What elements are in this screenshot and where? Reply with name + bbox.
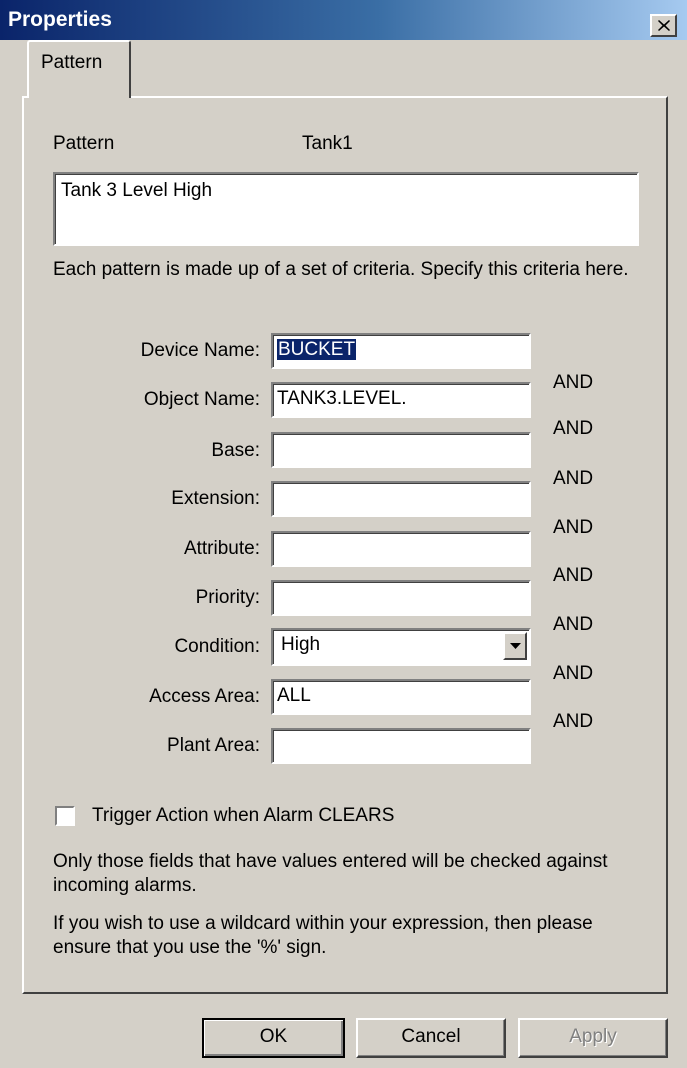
pattern-description-text: Tank 3 Level High bbox=[61, 180, 213, 201]
and-label: AND bbox=[553, 614, 594, 635]
apply-button-label: Apply bbox=[569, 1026, 617, 1047]
cancel-button-label: Cancel bbox=[401, 1026, 461, 1047]
base-label: Base: bbox=[211, 440, 260, 461]
device-name-input[interactable]: BUCKET bbox=[271, 333, 531, 369]
tab-pattern[interactable]: Pattern bbox=[27, 40, 131, 98]
device-name-value: BUCKET bbox=[277, 339, 357, 360]
properties-dialog: Properties Pattern Pattern Tank1 Tank 3 … bbox=[0, 0, 687, 1068]
ok-button[interactable]: OK bbox=[202, 1018, 345, 1058]
close-button[interactable] bbox=[650, 14, 677, 37]
title-bar[interactable]: Properties bbox=[0, 0, 687, 40]
and-label: AND bbox=[553, 517, 594, 538]
condition-dropdown-button[interactable] bbox=[503, 632, 527, 660]
extension-label: Extension: bbox=[171, 488, 260, 509]
apply-button[interactable]: Apply bbox=[518, 1018, 668, 1058]
object-name-label: Object Name: bbox=[143, 389, 260, 410]
access-area-input[interactable]: ALL bbox=[271, 679, 531, 715]
note-wildcard: If you wish to use a wildcard within you… bbox=[53, 913, 593, 958]
tab-pattern-label: Pattern bbox=[41, 52, 103, 73]
pattern-description-textarea[interactable]: Tank 3 Level High bbox=[53, 172, 639, 246]
ok-button-label: OK bbox=[259, 1026, 288, 1047]
close-icon bbox=[657, 20, 670, 31]
object-name-input[interactable]: TANK3.LEVEL. bbox=[271, 382, 531, 418]
attribute-label: Attribute: bbox=[183, 538, 260, 559]
access-area-value: ALL bbox=[277, 685, 311, 706]
base-input[interactable] bbox=[271, 432, 531, 468]
and-label: AND bbox=[553, 468, 594, 489]
extension-input[interactable] bbox=[271, 481, 531, 517]
cancel-button[interactable]: Cancel bbox=[356, 1018, 506, 1058]
plant-area-label: Plant Area: bbox=[167, 735, 260, 756]
device-name-label: Device Name: bbox=[140, 340, 260, 361]
plant-area-input[interactable] bbox=[271, 728, 531, 764]
window-title: Properties bbox=[8, 8, 112, 31]
condition-select[interactable]: High bbox=[271, 628, 531, 666]
and-label: AND bbox=[553, 565, 594, 586]
trigger-on-clear-checkbox[interactable] bbox=[55, 806, 75, 826]
and-label: AND bbox=[553, 372, 594, 393]
object-name-value: TANK3.LEVEL. bbox=[277, 388, 407, 409]
intro-text: Each pattern is made up of a set of crit… bbox=[53, 259, 629, 280]
and-label: AND bbox=[553, 711, 594, 732]
attribute-input[interactable] bbox=[271, 531, 531, 567]
priority-label: Priority: bbox=[195, 587, 260, 608]
note-checked-fields: Only those fields that have values enter… bbox=[53, 851, 608, 896]
trigger-on-clear-label[interactable]: Trigger Action when Alarm CLEARS bbox=[92, 805, 394, 827]
priority-input[interactable] bbox=[271, 580, 531, 616]
access-area-label: Access Area: bbox=[149, 686, 260, 707]
condition-label: Condition: bbox=[174, 636, 260, 657]
pattern-label: Pattern bbox=[53, 133, 115, 154]
and-label: AND bbox=[553, 663, 594, 684]
and-label: AND bbox=[553, 418, 594, 439]
dropdown-arrow-icon bbox=[509, 643, 521, 649]
pattern-name: Tank1 bbox=[302, 133, 353, 154]
condition-value: High bbox=[281, 634, 321, 655]
